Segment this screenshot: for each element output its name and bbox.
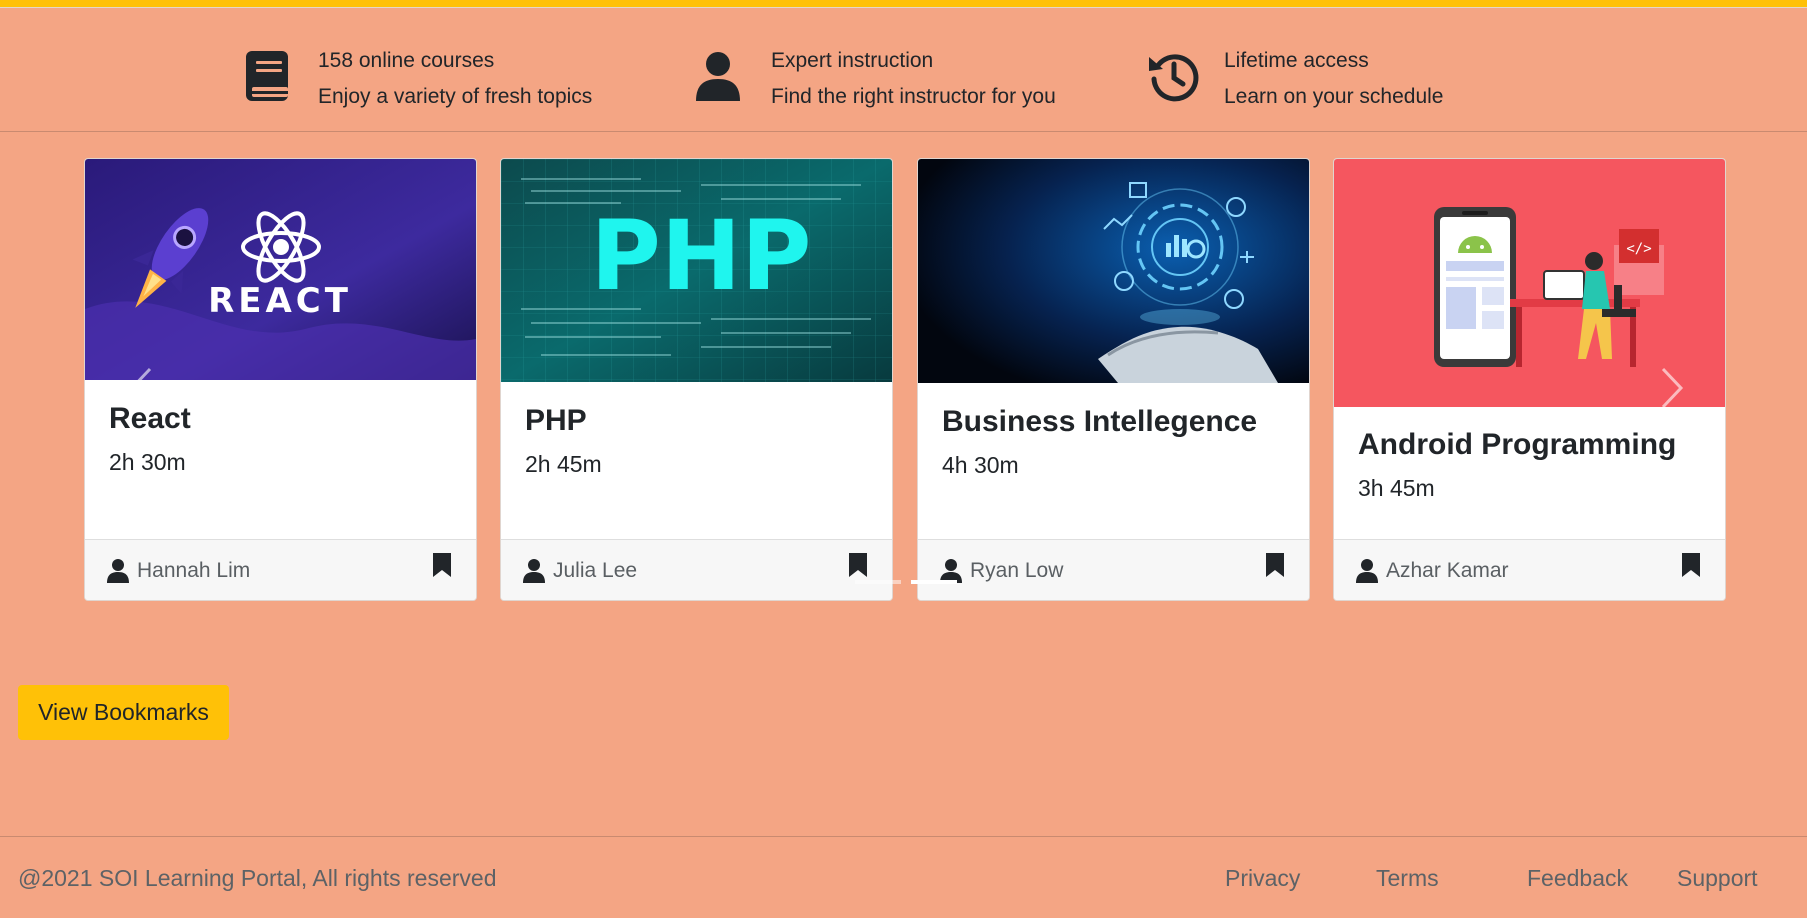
php-image-text: PHP [590, 200, 811, 312]
course-image-business-intelligence [918, 159, 1309, 383]
card-body: Android Programming 3h 45m [1358, 425, 1676, 505]
book-icon [246, 51, 288, 101]
feature-text: Lifetime access Learn on your schedule [1224, 43, 1444, 115]
feature-title: 158 online courses [318, 49, 495, 72]
feature-subtitle: Find the right instructor for you [771, 85, 1056, 108]
feature-title: Expert instruction [771, 49, 934, 72]
course-card-business-intelligence[interactable]: Business Intellegence 4h 30m Ryan Low [917, 158, 1310, 601]
top-accent-bar [0, 0, 1807, 7]
feature-text: Expert instruction Find the right instru… [771, 43, 1056, 115]
course-author: Hannah Lim [137, 559, 251, 582]
feature-text: 158 online courses Enjoy a variety of fr… [318, 43, 592, 115]
course-image-php: PHP [501, 159, 892, 382]
course-author: Azhar Kamar [1386, 559, 1509, 582]
course-image-react: REACT [85, 159, 476, 380]
carousel-indicator-active[interactable] [911, 580, 957, 584]
history-icon [1149, 54, 1199, 102]
feature-subtitle: Enjoy a variety of fresh topics [318, 85, 593, 108]
features-strip: 158 online courses Enjoy a variety of fr… [0, 8, 1807, 132]
user-icon [1356, 559, 1378, 583]
carousel-next-chevron-icon[interactable] [1659, 365, 1685, 411]
course-title: Android Programming [1358, 428, 1677, 461]
footer: @2021 SOI Learning Portal, All rights re… [0, 836, 1807, 919]
feature-subtitle: Learn on your schedule [1224, 85, 1444, 108]
card-footer: Hannah Lim [85, 539, 476, 600]
user-icon [523, 559, 545, 583]
feature-title: Lifetime access [1224, 49, 1369, 72]
card-footer: Ryan Low [918, 539, 1309, 600]
card-body: PHP 2h 45m [525, 401, 602, 481]
bookmark-icon[interactable] [432, 552, 452, 578]
footer-link-feedback[interactable]: Feedback [1527, 865, 1628, 892]
user-icon [107, 559, 129, 583]
svg-text:</>: </> [1626, 241, 1651, 257]
user-icon [696, 52, 740, 101]
view-bookmarks-button[interactable]: View Bookmarks [18, 685, 229, 740]
carousel-prev-chevron-icon[interactable] [128, 365, 154, 411]
course-title: PHP [525, 404, 587, 437]
bookmark-icon[interactable] [848, 552, 868, 578]
bookmark-icon[interactable] [1265, 552, 1285, 578]
footer-link-terms[interactable]: Terms [1376, 865, 1439, 892]
copyright-text: @2021 SOI Learning Portal, All rights re… [18, 865, 497, 891]
page: 158 online courses Enjoy a variety of fr… [0, 0, 1807, 918]
course-author: Ryan Low [970, 559, 1064, 582]
card-body: Business Intellegence 4h 30m [942, 402, 1257, 482]
course-duration: 3h 45m [1358, 475, 1435, 501]
course-duration: 2h 30m [109, 449, 186, 475]
carousel-indicator[interactable] [855, 580, 901, 584]
card-body: React 2h 30m [109, 399, 191, 479]
card-footer: Azhar Kamar [1334, 539, 1725, 600]
bookmark-icon[interactable] [1681, 552, 1701, 578]
footer-link-support[interactable]: Support [1677, 865, 1758, 892]
course-duration: 4h 30m [942, 452, 1019, 478]
course-duration: 2h 45m [525, 451, 602, 477]
react-image-text: REACT [208, 281, 352, 321]
card-footer: Julia Lee [501, 539, 892, 600]
footer-link-privacy[interactable]: Privacy [1225, 865, 1300, 892]
course-title: Business Intellegence [942, 405, 1258, 438]
course-author: Julia Lee [553, 559, 638, 582]
course-card-php[interactable]: PHP PHP 2h 45m Julia Lee [500, 158, 893, 601]
